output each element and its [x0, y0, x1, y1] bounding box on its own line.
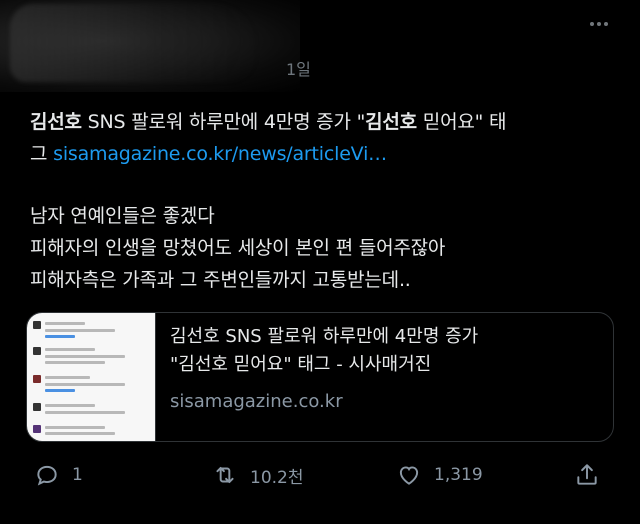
reply-button[interactable]: 1: [34, 462, 83, 488]
retweet-count: 10.2천: [250, 467, 304, 488]
tweet-text: 김선호 SNS 팔로워 하루만에 4만명 증가 "김선호 믿어요" 태 그 si…: [30, 106, 620, 296]
card-title-line-2: "김선호 믿어요" 태그 - 시사매거진: [170, 354, 432, 375]
share-icon: [577, 464, 597, 485]
tweet-line-5: 피해자측은 가족과 그 주변인들까지 고통받는데..: [30, 269, 411, 291]
like-button[interactable]: 1,319: [396, 462, 483, 488]
reply-count: 1: [72, 465, 83, 485]
card-thumbnail: [27, 313, 156, 441]
tweet-line-2: 그 sisamagazine.co.kr/news/articleVi…: [30, 143, 387, 165]
tweet-time[interactable]: 1일: [286, 56, 311, 80]
more-options-icon[interactable]: [590, 22, 608, 26]
reply-icon: [37, 465, 57, 486]
article-link[interactable]: sisamagazine.co.kr/news/articleVi…: [53, 143, 387, 165]
blurred-author-header: [0, 0, 300, 92]
retweet-icon: [216, 466, 234, 484]
link-preview-card[interactable]: 김선호 SNS 팔로워 하루만에 4만명 증가 "김선호 믿어요" 태그 - 시…: [26, 312, 614, 442]
share-button[interactable]: [574, 462, 600, 488]
bold-name: 김선호: [365, 111, 417, 133]
like-count: 1,319: [434, 465, 483, 485]
card-domain: sisamagazine.co.kr: [170, 391, 343, 412]
tweet-actions: 1 10.2천 1,319: [30, 456, 620, 496]
tweet-line-1: 김선호 SNS 팔로워 하루만에 4만명 증가 "김선호 믿어요" 태: [30, 111, 507, 133]
card-title-line-1: 김선호 SNS 팔로워 하루만에 4만명 증가: [170, 326, 479, 347]
retweet-button[interactable]: 10.2천: [212, 462, 304, 488]
tweet: 1일 김선호 SNS 팔로워 하루만에 4만명 증가 "김선호 믿어요" 태 그…: [0, 0, 640, 524]
heart-icon: [399, 466, 419, 485]
card-info: 김선호 SNS 팔로워 하루만에 4만명 증가 "김선호 믿어요" 태그 - 시…: [156, 313, 613, 441]
tweet-line-3: 남자 연예인들은 좋겠다: [30, 205, 215, 227]
bold-name: 김선호: [30, 111, 82, 133]
tweet-line-4: 피해자의 인생을 망쳤어도 세상이 본인 편 들어주잖아: [30, 237, 446, 259]
